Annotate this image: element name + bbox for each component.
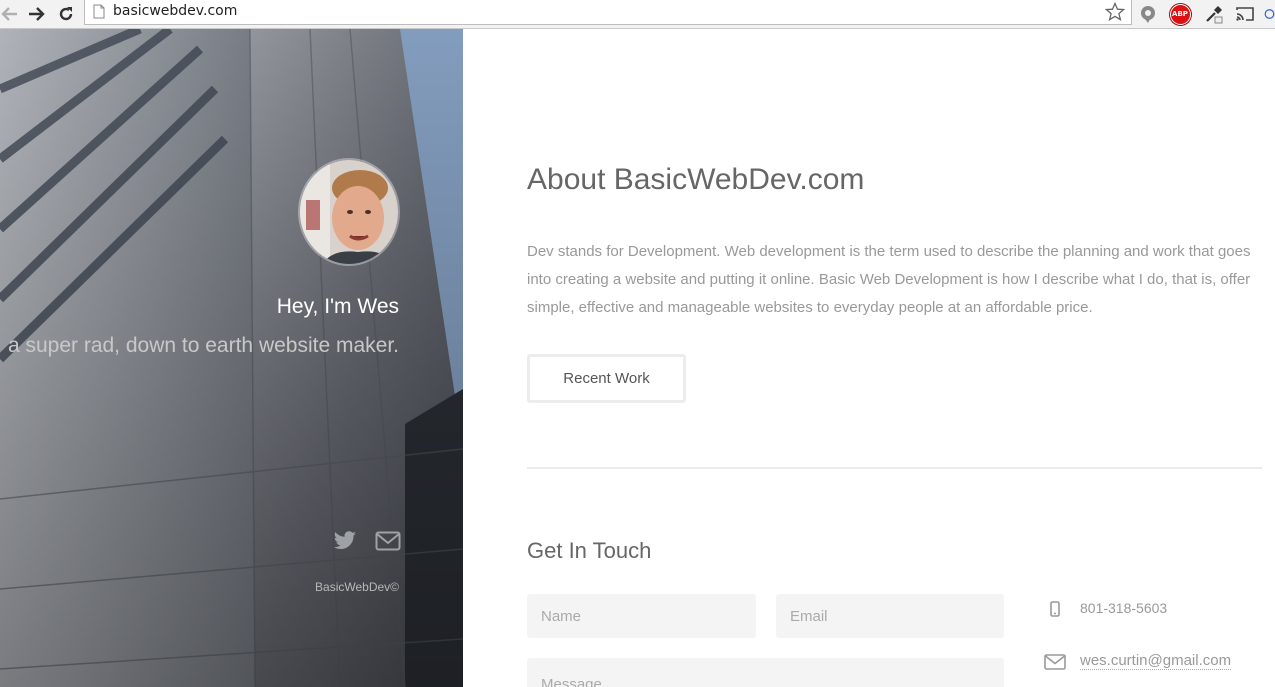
arrow-left-icon xyxy=(1,7,17,21)
adblock-button[interactable]: ABP xyxy=(1169,3,1191,25)
section-divider xyxy=(527,467,1262,469)
speech-bubble-icon xyxy=(1141,6,1155,23)
contact-title: Get In Touch xyxy=(527,538,652,563)
cast-icon xyxy=(1236,7,1254,21)
hero-title: Hey, I'm Wes xyxy=(276,295,399,318)
profile-icon xyxy=(1264,9,1275,19)
footer-copyright: BasicWebDev© xyxy=(315,580,399,594)
message-field[interactable] xyxy=(527,658,1004,687)
name-field[interactable] xyxy=(527,594,756,638)
url-text[interactable]: basicwebdev.com xyxy=(113,3,237,20)
about-body: Dev stands for Development. Web developm… xyxy=(527,243,1251,316)
reload-button[interactable] xyxy=(56,4,76,24)
adblock-icon: ABP xyxy=(1169,3,1191,25)
envelope-icon[interactable] xyxy=(375,531,401,551)
avatar xyxy=(298,158,400,266)
phone-icon xyxy=(1050,601,1060,617)
profile-photo-image xyxy=(300,160,398,264)
back-button[interactable] xyxy=(0,4,20,24)
arrow-right-icon xyxy=(29,7,45,21)
about-title: About BasicWebDev.com xyxy=(527,163,865,196)
extension-bubble-button[interactable] xyxy=(1137,3,1159,25)
hero-tagline: a super rad, down to earth website maker… xyxy=(7,334,399,357)
twitter-icon[interactable] xyxy=(333,531,357,551)
forward-button[interactable] xyxy=(26,4,46,24)
page-icon xyxy=(93,4,105,19)
browser-toolbar: basicwebdev.com ABP xyxy=(0,0,1275,29)
eyedropper-icon xyxy=(1206,6,1223,24)
main-content: About BasicWebDev.com Dev stands for Dev… xyxy=(463,29,1275,687)
phone-number: 801-318-5603 xyxy=(1080,600,1168,616)
hero-panel: Hey, I'm Wes a super rad, down to earth … xyxy=(0,29,463,687)
cast-button[interactable] xyxy=(1234,3,1256,25)
address-bar[interactable]: basicwebdev.com xyxy=(84,0,1132,25)
eyedropper-button[interactable] xyxy=(1203,3,1225,25)
star-icon[interactable] xyxy=(1105,2,1125,22)
email-field[interactable] xyxy=(776,594,1004,638)
recent-work-button[interactable]: Recent Work xyxy=(527,354,686,403)
reload-icon xyxy=(59,7,73,21)
profile-button[interactable] xyxy=(1264,3,1275,25)
email-link[interactable]: wes.curtin@gmail.com xyxy=(1080,652,1232,670)
envelope-icon xyxy=(1044,654,1066,670)
